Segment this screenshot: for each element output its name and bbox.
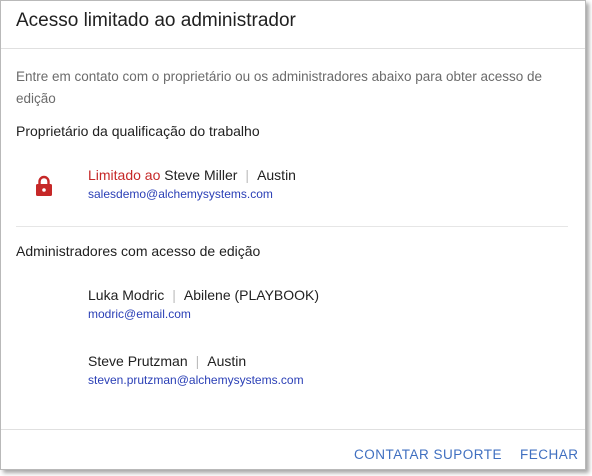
owner-entry: Limitado ao Steve Miller | Austin salesdem… (88, 167, 296, 201)
admin-location: Abilene (PLAYBOOK) (183, 287, 320, 303)
admin-name: Steve Prutzman (88, 353, 188, 369)
admin-line: Steve Prutzman | Austin (88, 353, 304, 369)
owner-email[interactable]: salesdemo@alchemysystems.com (88, 187, 296, 201)
separator: | (172, 287, 176, 303)
admin-access-dialog: Acesso limitado ao administrador Entre e… (0, 0, 586, 470)
owner-line: Limitado ao Steve Miller | Austin (88, 167, 296, 183)
admin-entry: Luka Modric | Abilene (PLAYBOOK) modric@em… (88, 287, 319, 321)
admin-location: Austin (207, 353, 247, 369)
admin-entry: Steve Prutzman | Austin steven.prutzman@al… (88, 353, 304, 387)
dialog-footer: CONTATAR SUPORTE FECHAR (1, 429, 585, 470)
contact-support-button[interactable]: CONTATAR SUPORTE (354, 447, 502, 462)
owner-name: Steve Miller (164, 167, 238, 183)
close-button[interactable]: FECHAR (520, 447, 579, 462)
admins-section-title: Administradores com acesso de edição (16, 243, 261, 259)
owner-location: Austin (257, 167, 296, 183)
separator: | (195, 353, 200, 369)
lock-icon (36, 175, 52, 196)
section-divider (16, 226, 568, 227)
admin-email[interactable]: steven.prutzman@alchemysystems.com (88, 373, 304, 387)
dialog-title: Acesso limitado ao administrador (16, 10, 296, 31)
admin-name: Luka Modric (88, 287, 165, 303)
limited-label: Limitado ao (88, 167, 161, 183)
dialog-header: Acesso limitado ao administrador (1, 1, 585, 49)
intro-text: Entre em contato com o proprietário ou o… (16, 69, 543, 106)
separator: | (245, 167, 250, 183)
owner-section-title: Proprietário da qualificação do trabalho (16, 123, 260, 139)
admin-line: Luka Modric | Abilene (PLAYBOOK) (88, 287, 319, 303)
admin-email[interactable]: modric@email.com (88, 307, 319, 321)
